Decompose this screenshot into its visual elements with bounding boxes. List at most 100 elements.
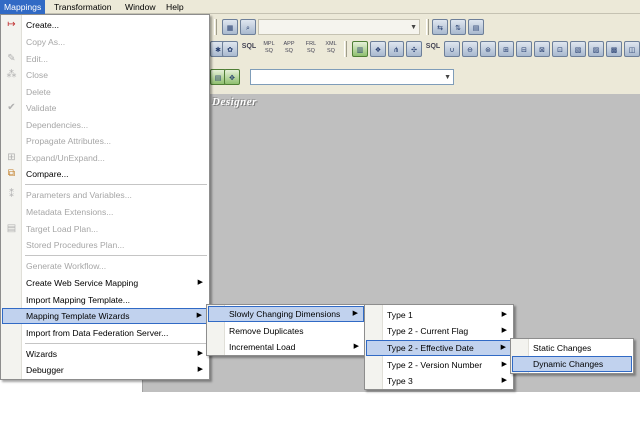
lookup-icon[interactable]: ❖	[370, 41, 386, 57]
sq-label[interactable]: SQL	[240, 43, 258, 59]
menu-item-type-2-effective-date[interactable]: Type 2 - Effective Date ▶	[366, 340, 512, 356]
menu-separator	[25, 184, 207, 185]
close-icon: ⁂	[6, 69, 17, 80]
menu-window[interactable]: Window	[121, 0, 160, 14]
expand-icon: ⊞	[7, 152, 16, 163]
menu-item-parameters-variables[interactable]: ⁑ Parameters and Variables...	[1, 187, 209, 203]
xml-transform-icon[interactable]: ◫	[624, 41, 640, 57]
expression-icon[interactable]: ⊠	[534, 41, 550, 57]
parameters-icon: ⁑	[9, 189, 14, 200]
menu-item-label: Type 2 - Current Flag	[387, 326, 469, 336]
menu-item-debugger[interactable]: Debugger ▶	[1, 362, 209, 378]
submenu-arrow-icon: ▶	[197, 350, 203, 357]
menu-item-label: Compare...	[26, 169, 69, 179]
compare-icon: ⧉	[7, 168, 16, 179]
menu-item-dynamic-changes[interactable]: Dynamic Changes	[512, 356, 632, 372]
toolbar-grip[interactable]	[344, 41, 347, 57]
search-icon[interactable]: ⌕	[240, 19, 256, 35]
arrange-vertical-icon[interactable]: ⇅	[450, 19, 466, 35]
submenu-arrow-icon: ▶	[501, 327, 507, 334]
menu-transformation[interactable]: Transformation	[50, 0, 115, 14]
menu-item-label: Metadata Extensions...	[26, 207, 114, 217]
chevron-down-icon: ▼	[410, 24, 417, 31]
menu-item-label: Target Load Plan...	[26, 224, 99, 234]
menu-item-label: Remove Duplicates	[229, 326, 304, 336]
menu-item-label: Close	[26, 70, 48, 80]
toolbar-grip[interactable]	[214, 19, 217, 35]
source-qualifier-icon[interactable]: ✿	[222, 41, 238, 57]
menu-mappings[interactable]: Mappings	[0, 0, 46, 14]
menu-item-stored-procedures-plan[interactable]: Stored Procedures Plan...	[1, 237, 209, 253]
menu-item-mapping-template-wizards[interactable]: Mapping Template Wizards ▶	[2, 308, 208, 324]
submenu-arrow-icon: ▶	[500, 344, 506, 351]
stored-procedure-icon[interactable]: ▨	[588, 41, 604, 57]
mpl-sq-button[interactable]: MPL SQ	[260, 41, 278, 57]
submenu-arrow-icon: ▶	[196, 312, 202, 319]
update-strategy-icon[interactable]: ▧	[570, 41, 586, 57]
sequence-icon[interactable]: ⊡	[552, 41, 568, 57]
arrange-icon[interactable]: ⇆	[432, 19, 448, 35]
sql-transform-icon[interactable]: SQL	[424, 43, 442, 59]
menu-item-edit[interactable]: ✎ Edit...	[1, 51, 209, 67]
menu-item-create-web-service-mapping[interactable]: Create Web Service Mapping ▶	[1, 275, 209, 291]
rank-icon[interactable]: ⊞	[498, 41, 514, 57]
chevron-down-icon: ▼	[444, 74, 451, 81]
menu-separator	[25, 343, 207, 344]
menu-item-delete[interactable]: Delete	[1, 84, 209, 100]
router-icon[interactable]: ⋔	[388, 41, 404, 57]
target-load-icon: ▤	[6, 223, 17, 234]
menu-item-metadata-extensions[interactable]: Metadata Extensions...	[1, 204, 209, 220]
menu-item-type-3[interactable]: Type 3 ▶	[365, 373, 513, 389]
menu-item-generate-workflow[interactable]: Generate Workflow...	[1, 258, 209, 274]
submenu-arrow-icon: ▶	[352, 310, 358, 317]
menu-item-incremental-load[interactable]: Incremental Load ▶	[207, 339, 365, 355]
menu-item-propagate-attributes[interactable]: Propagate Attributes...	[1, 133, 209, 149]
app-sq-button[interactable]: APP SQ	[280, 41, 298, 57]
menu-help[interactable]: Help	[162, 0, 188, 14]
menu-item-static-changes[interactable]: Static Changes	[511, 340, 633, 356]
normalizer-icon[interactable]: ⊖	[462, 41, 478, 57]
menu-item-type-2-current-flag[interactable]: Type 2 - Current Flag ▶	[365, 323, 513, 339]
menu-item-label: Type 1	[387, 310, 413, 320]
menu-item-label: Slowly Changing Dimensions	[229, 309, 341, 319]
toolbar-combo-disabled[interactable]: ▼	[258, 19, 420, 35]
layout-icon[interactable]: ▤	[468, 19, 484, 35]
menu-item-label: Stored Procedures Plan...	[26, 240, 125, 250]
menu-item-label: Mapping Template Wizards	[26, 311, 130, 321]
menu-item-create[interactable]: ↦ Create...	[1, 17, 209, 33]
menu-item-wizards[interactable]: Wizards ▶	[1, 346, 209, 362]
menu-item-compare[interactable]: ⧉ Compare...	[1, 166, 209, 182]
union-icon[interactable]: ∪	[444, 41, 460, 57]
menu-item-import-data-federation[interactable]: Import from Data Federation Server...	[1, 325, 209, 341]
menu-item-slowly-changing-dimensions[interactable]: Slowly Changing Dimensions ▶	[208, 306, 364, 322]
aggregator-icon[interactable]: ⊟	[516, 41, 532, 57]
submenu-arrow-icon: ▶	[501, 311, 507, 318]
menu-item-expand-unexpand[interactable]: ⊞ Expand/UnExpand...	[1, 150, 209, 166]
menu-item-label: Expand/UnExpand...	[26, 153, 105, 163]
menu-item-type-1[interactable]: Type 1 ▶	[365, 307, 513, 323]
frl-sq-button[interactable]: FRL SQ	[302, 41, 320, 57]
navigator-icon[interactable]: ▦	[222, 19, 238, 35]
menu-item-label: Validate	[26, 103, 57, 113]
menu-item-import-mapping-template[interactable]: Import Mapping Template...	[1, 292, 209, 308]
menu-item-close[interactable]: ⁂ Close	[1, 67, 209, 83]
mapping-icon[interactable]: ✥	[224, 69, 240, 85]
menu-item-remove-duplicates[interactable]: Remove Duplicates	[207, 323, 365, 339]
menu-item-validate[interactable]: ✔ Validate	[1, 100, 209, 116]
sorter-icon[interactable]: ⊛	[480, 41, 496, 57]
xml-sq-button[interactable]: XML SQ	[322, 41, 340, 57]
menu-item-copy-as[interactable]: Copy As...	[1, 34, 209, 50]
toolbar-grip[interactable]	[426, 19, 429, 35]
menu-item-label: Propagate Attributes...	[26, 136, 112, 146]
menu-item-type-2-version-number[interactable]: Type 2 - Version Number ▶	[365, 357, 513, 373]
custom-transform-icon[interactable]: ▩	[606, 41, 622, 57]
filter-icon[interactable]: ▥	[352, 41, 368, 57]
menu-item-label: Debugger	[26, 365, 64, 375]
menu-item-dependencies[interactable]: Dependencies...	[1, 117, 209, 133]
menu-item-label: Type 2 - Effective Date	[387, 343, 474, 353]
menu-item-label: Import from Data Federation Server...	[26, 328, 169, 338]
menu-item-label: Copy As...	[26, 37, 66, 47]
menu-item-target-load-plan[interactable]: ▤ Target Load Plan...	[1, 221, 209, 237]
joiner-icon[interactable]: ✣	[406, 41, 422, 57]
toolbar-select[interactable]: ▼	[250, 69, 454, 85]
